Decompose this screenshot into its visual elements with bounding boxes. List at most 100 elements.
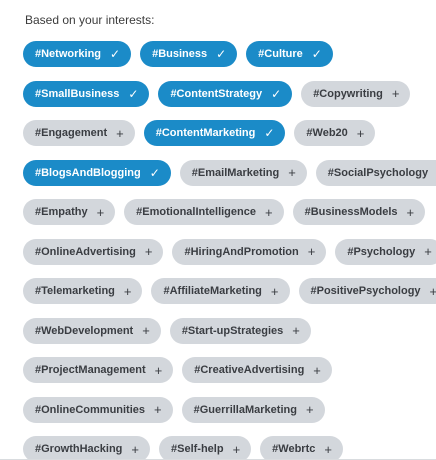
interest-tag-blogs-and-blogging[interactable]: #BlogsAndBlogging ✓ (23, 159, 171, 186)
plus-icon: + (429, 283, 436, 299)
interest-tag-label: #Copywriting (313, 87, 383, 100)
interest-tag-engagement[interactable]: #Engagement + (23, 120, 135, 146)
interest-tag-business[interactable]: #Business ✓ (140, 41, 238, 67)
tag-row: #WebDevelopment + #Start-upStrategies + (23, 317, 436, 344)
interest-tag-label: #OnlineAdvertising (35, 245, 136, 258)
tag-row: #SmallBusiness ✓ #ContentStrategy ✓ #Copywri… (23, 80, 436, 107)
interest-tag-label: #Networking (35, 48, 102, 60)
interest-tag-hiring-and-promotion[interactable]: #HiringAndPromotion + (172, 238, 327, 265)
tag-row: #BlogsAndBlogging ✓ #EmailMarketing + #Socia… (23, 159, 436, 186)
tag-row: #Networking ✓ #Business ✓ #Culture ✓ (23, 41, 436, 67)
interest-tag-copywriting[interactable]: #Copywriting + (301, 80, 411, 107)
tag-row: #OnlineAdvertising + #HiringAndPromotion + #… (23, 238, 436, 265)
interest-tag-label: #Engagement (35, 127, 108, 139)
interest-tag-webrtc[interactable]: #Webrtc + (260, 436, 343, 460)
tag-row: #ProjectManagement + #CreativeAdvertising + (23, 357, 436, 383)
interest-tag-label: #Webrtc (272, 443, 316, 455)
interest-tag-content-marketing[interactable]: #ContentMarketing ✓ (143, 120, 286, 146)
interest-tag-label: #ContentStrategy (170, 87, 263, 100)
interest-tag-label: #Start-upStrategies (181, 324, 284, 337)
plus-icon: + (324, 441, 332, 457)
plus-icon: + (406, 204, 415, 220)
interest-tag-label: #PositivePsychology (310, 285, 421, 297)
interest-tag-label: #EmotionalIntelligence (136, 206, 256, 218)
interest-tag-culture[interactable]: #Culture ✓ (246, 41, 333, 67)
interests-panel: Based on your interests: #Networking ✓ #Bu… (0, 0, 436, 460)
interest-tag-email-marketing[interactable]: #EmailMarketing + (179, 159, 307, 186)
interest-tag-online-communities[interactable]: #OnlineCommunities + (23, 396, 173, 423)
interest-tag-label: #Web20 (306, 127, 348, 139)
interest-tag-self-help[interactable]: #Self-help + (159, 436, 252, 460)
intro-text: Based on your interests: (25, 13, 155, 27)
plus-icon: + (264, 204, 273, 220)
checkmark-icon: ✓ (311, 47, 322, 61)
checkmark-icon: ✓ (149, 165, 160, 180)
interest-tag-psychology[interactable]: #Psychology + (335, 238, 436, 265)
plus-icon: + (116, 125, 124, 141)
interest-tag-web20[interactable]: #Web20 + (294, 120, 376, 146)
interest-tag-empathy[interactable]: #Empathy + (23, 199, 116, 225)
plus-icon: + (232, 441, 241, 457)
interest-tag-label: #ContentMarketing (155, 127, 256, 139)
plus-icon: + (288, 165, 296, 180)
plus-icon: + (144, 244, 153, 259)
interest-tag-label: #OnlineCommunities (35, 403, 146, 416)
interest-tag-label: #ProjectManagement (35, 364, 146, 376)
plus-icon: + (154, 362, 163, 378)
interest-tag-label: #Psychology (347, 245, 416, 258)
plus-icon: + (123, 283, 132, 299)
interest-tag-label: #Telemarketing (35, 285, 115, 297)
tag-row: #Telemarketing + #AffiliateMarketing + #Posi… (23, 278, 436, 304)
interest-tag-telemarketing[interactable]: #Telemarketing + (23, 278, 143, 304)
plus-icon: + (305, 402, 314, 417)
plus-icon: + (356, 125, 365, 141)
tag-row: #Empathy + #EmotionalIntelligence + #Busines… (23, 199, 436, 225)
interest-tag-list: #Networking ✓ #Business ✓ #Culture ✓ #SmallBus… (23, 41, 436, 460)
interest-tag-label: #Culture (258, 48, 303, 60)
checkmark-icon: ✓ (110, 47, 121, 61)
interest-tag-label: #Self-help (171, 443, 224, 455)
interest-tag-small-business[interactable]: #SmallBusiness ✓ (23, 80, 150, 107)
plus-icon: + (313, 362, 321, 378)
interest-tag-label: #SmallBusiness (35, 87, 120, 100)
interest-tag-project-management[interactable]: #ProjectManagement + (23, 357, 174, 383)
interest-tag-business-models[interactable]: #BusinessModels + (292, 199, 426, 225)
interest-tag-label: #CreativeAdvertising (194, 364, 305, 376)
plus-icon: + (391, 86, 400, 101)
interest-tag-label: #EmailMarketing (191, 166, 280, 179)
interest-tag-label: #GrowthHacking (35, 443, 123, 455)
checkmark-icon: ✓ (271, 86, 282, 101)
tag-row: #Engagement + #ContentMarketing ✓ #Web20 + (23, 120, 436, 146)
interest-tag-growth-hacking[interactable]: #GrowthHacking + (23, 436, 150, 460)
interest-tag-label: #HiringAndPromotion (184, 245, 299, 258)
plus-icon: + (307, 244, 316, 259)
tag-row: #GrowthHacking + #Self-help + #Webrtc + (23, 436, 436, 460)
interest-tag-online-advertising[interactable]: #OnlineAdvertising + (23, 238, 164, 265)
interest-tag-content-strategy[interactable]: #ContentStrategy ✓ (158, 80, 293, 107)
plus-icon: + (270, 283, 279, 299)
plus-icon: + (154, 402, 162, 417)
plus-icon: + (424, 244, 432, 259)
interest-tag-guerrilla-marketing[interactable]: #GuerrillaMarketing + (181, 396, 325, 423)
interest-tag-start-up-strategies[interactable]: #Start-upStrategies + (169, 317, 311, 344)
checkmark-icon: ✓ (216, 47, 227, 61)
interest-tag-label: #SocialPsychology (327, 166, 429, 179)
interest-tag-emotional-intelligence[interactable]: #EmotionalIntelligence + (124, 199, 284, 225)
interest-tag-social-psychology[interactable]: #SocialPsychology+ (315, 159, 436, 186)
interest-tag-creative-advertising[interactable]: #CreativeAdvertising + (182, 357, 332, 383)
interest-tag-label: #Empathy (35, 206, 88, 218)
checkmark-icon: ✓ (264, 126, 275, 140)
plus-icon: + (131, 441, 139, 457)
plus-icon: + (292, 323, 300, 338)
interest-tag-web-development[interactable]: #WebDevelopment + (23, 317, 161, 344)
tag-row: #OnlineCommunities + #GuerrillaMarketing + (23, 396, 436, 423)
plus-icon: + (96, 204, 105, 220)
interest-tag-affiliate-marketing[interactable]: #AffiliateMarketing + (151, 278, 290, 304)
interest-tag-label: #BlogsAndBlogging (35, 166, 141, 179)
interest-tag-label: #WebDevelopment (35, 324, 134, 337)
interest-tag-positive-psychology[interactable]: #PositivePsychology + (298, 278, 436, 304)
plus-icon: + (142, 323, 150, 338)
checkmark-icon: ✓ (128, 86, 139, 101)
interest-tag-label: #Business (152, 48, 208, 60)
interest-tag-networking[interactable]: #Networking ✓ (23, 41, 132, 67)
